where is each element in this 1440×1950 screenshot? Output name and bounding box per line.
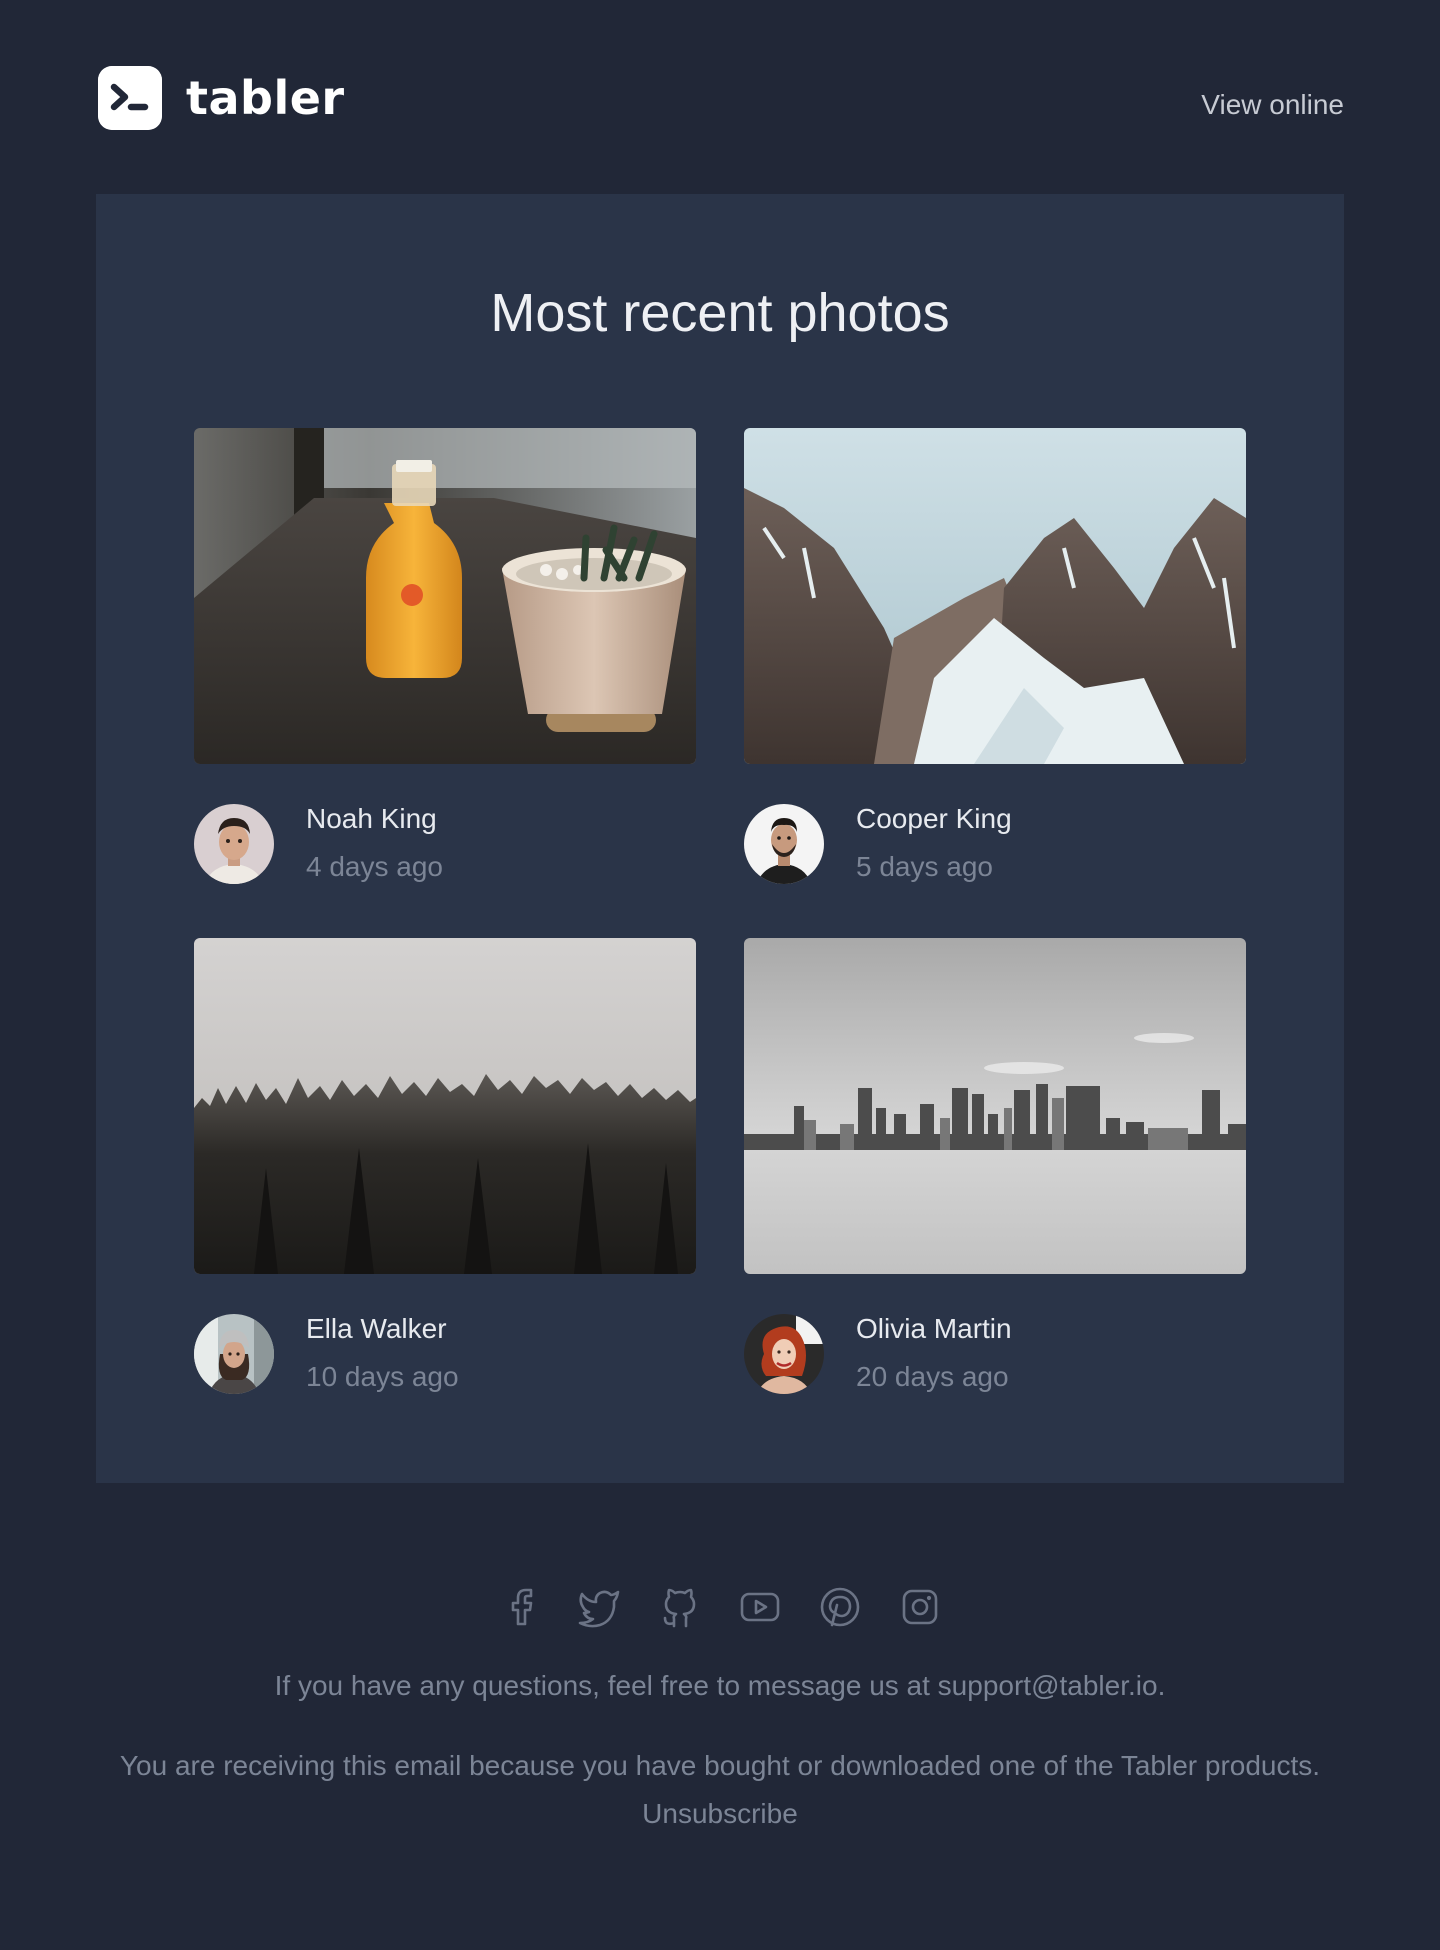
- view-online-link[interactable]: View online: [1201, 88, 1344, 122]
- unsubscribe-link[interactable]: Unsubscribe: [642, 1798, 798, 1829]
- unsubscribe-row: Unsubscribe: [0, 1790, 1440, 1838]
- avatar-olivia-martin-image: [744, 1314, 824, 1394]
- facebook-link[interactable]: [496, 1583, 544, 1631]
- facebook-icon: [511, 1588, 533, 1626]
- email-page: tabler View online Most recent photos No…: [0, 0, 1440, 1950]
- youtube-link[interactable]: [736, 1583, 784, 1631]
- photo-posted-time: 10 days ago: [306, 1361, 459, 1392]
- avatar-cooper-king-image: [744, 804, 824, 884]
- instagram-link[interactable]: [896, 1583, 944, 1631]
- avatar-olivia-martin[interactable]: [744, 1314, 824, 1394]
- photo-juice-cactus[interactable]: [194, 428, 696, 764]
- brand-logo-link[interactable]: tabler: [98, 66, 345, 130]
- avatar-ella-walker[interactable]: [194, 1314, 274, 1394]
- photo-posted-time: 20 days ago: [856, 1361, 1009, 1392]
- avatar-noah-king[interactable]: [194, 804, 274, 884]
- pinterest-link[interactable]: [816, 1583, 864, 1631]
- github-icon: [663, 1588, 696, 1628]
- avatar-cooper-king[interactable]: [744, 804, 824, 884]
- photo-posted-time: 5 days ago: [856, 851, 993, 882]
- twitter-link[interactable]: [576, 1583, 624, 1631]
- email-header: tabler View online: [96, 0, 1344, 194]
- avatar-ella-walker-image: [194, 1314, 274, 1394]
- photo-forest-image: [194, 938, 696, 1274]
- photo-city-skyline-image: [744, 938, 1246, 1274]
- photo-mountains[interactable]: [744, 428, 1246, 764]
- section-title: Most recent photos: [490, 283, 950, 343]
- pinterest-icon: [820, 1587, 860, 1627]
- receiving-notice: You are receiving this email because you…: [119, 1750, 1321, 1781]
- photo-author-name: Cooper King: [856, 803, 1012, 834]
- photo-city-skyline[interactable]: [744, 938, 1246, 1274]
- avatar-noah-king-image: [194, 804, 274, 884]
- social-links: [0, 1583, 1440, 1631]
- instagram-icon: [902, 1589, 938, 1625]
- photo-author-name: Noah King: [306, 803, 437, 834]
- twitter-icon: [578, 1590, 620, 1628]
- photo-forest[interactable]: [194, 938, 696, 1274]
- brand-name: tabler: [186, 71, 345, 125]
- github-link[interactable]: [656, 1583, 704, 1631]
- youtube-icon: [740, 1592, 780, 1622]
- support-message: If you have any questions, feel free to …: [274, 1670, 1166, 1701]
- photo-posted-time: 4 days ago: [306, 851, 443, 882]
- photo-author-name: Olivia Martin: [856, 1313, 1012, 1344]
- photo-mountains-image: [744, 428, 1246, 764]
- terminal-prompt-icon: [98, 66, 162, 130]
- photo-author-name: Ella Walker: [306, 1313, 447, 1344]
- photo-juice-cactus-image: [194, 428, 696, 764]
- content-card: [96, 194, 1344, 1483]
